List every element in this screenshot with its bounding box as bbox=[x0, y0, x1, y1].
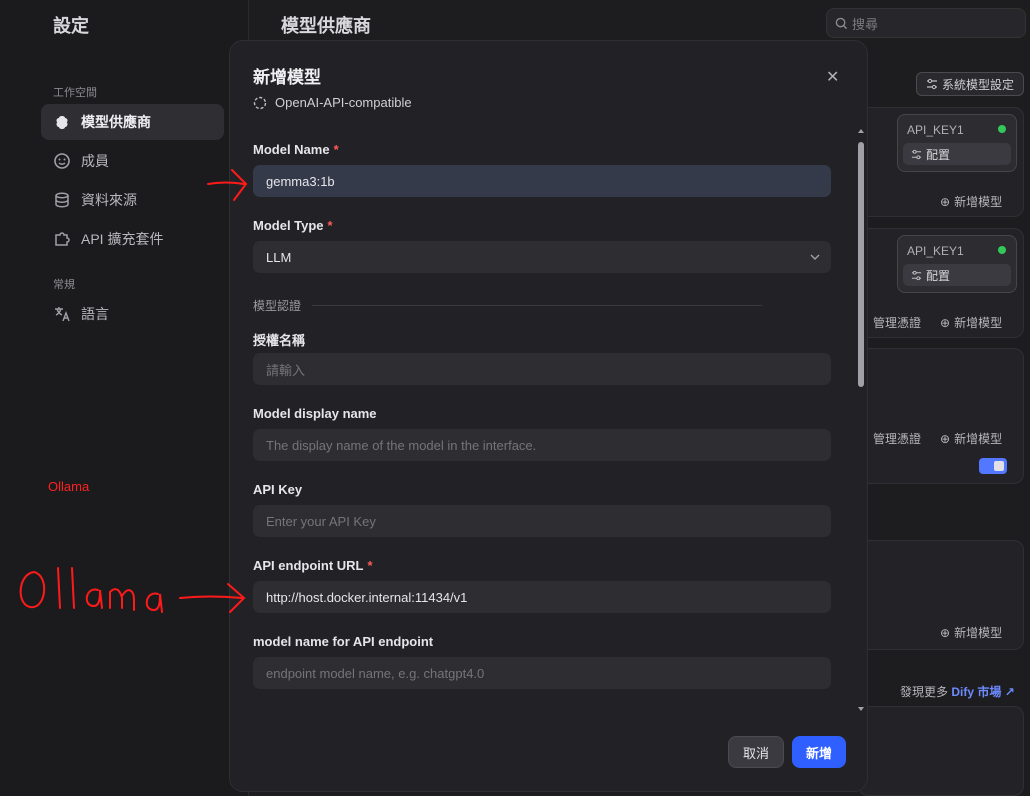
sliders-icon bbox=[911, 149, 922, 159]
api-key-input[interactable]: Enter your API Key bbox=[253, 505, 831, 537]
config-label: 配置 bbox=[926, 147, 951, 162]
api-key-box: API_KEY1 配置 bbox=[897, 114, 1017, 172]
add-model-button[interactable]: ⊕ 新增模型 bbox=[940, 624, 1002, 641]
endpoint-model-input[interactable]: endpoint model name, e.g. chatgpt4.0 bbox=[253, 657, 831, 689]
submit-button[interactable]: 新增 bbox=[792, 736, 846, 768]
translate-icon bbox=[55, 307, 70, 322]
brain-icon bbox=[56, 116, 68, 129]
sidebar-item-label: 模型供應商 bbox=[81, 114, 151, 130]
scrollbar[interactable] bbox=[857, 127, 865, 713]
cancel-button[interactable]: 取消 bbox=[728, 736, 784, 768]
system-model-settings-button[interactable]: 系統模型設定 bbox=[916, 72, 1024, 96]
marketplace-link[interactable]: Dify 市場 ↗ bbox=[951, 685, 1014, 699]
config-button[interactable]: 配置 bbox=[903, 143, 1011, 165]
manage-credentials-label: 管理憑證 bbox=[873, 432, 922, 446]
display-name-label: Model display name bbox=[253, 406, 377, 421]
endpoint-model-label: model name for API endpoint bbox=[253, 634, 434, 649]
model-type-value: LLM bbox=[266, 249, 292, 265]
sidebar-item-data-source[interactable]: 資料來源 bbox=[41, 182, 224, 218]
plus-circle-icon: ⊕ bbox=[940, 315, 951, 330]
search-input[interactable]: 搜尋 bbox=[826, 8, 1026, 38]
page-title: 模型供應商 bbox=[281, 16, 371, 36]
add-model-label: 新增模型 bbox=[954, 432, 1003, 446]
marketplace-card bbox=[858, 706, 1024, 796]
discover-more[interactable]: 發現更多 Dify 市場 ↗ bbox=[900, 683, 1015, 700]
status-dot bbox=[998, 125, 1006, 133]
dialog-title: 新增模型 bbox=[253, 68, 321, 87]
workspace-section-label: 工作空間 bbox=[53, 87, 97, 99]
sidebar-item-label: API 擴充套件 bbox=[81, 231, 164, 247]
endpoint-url-label: API endpoint URL * bbox=[253, 558, 373, 573]
sidebar-item-label: 成員 bbox=[81, 153, 109, 169]
sidebar-item-label: 語言 bbox=[81, 306, 109, 322]
sliders-icon bbox=[926, 78, 937, 90]
plus-circle-icon: ⊕ bbox=[940, 625, 951, 640]
chevron-down-icon bbox=[810, 254, 820, 260]
add-model-button[interactable]: ⊕ 新增模型 bbox=[940, 193, 1002, 210]
sliders-icon bbox=[911, 270, 922, 280]
model-name-input[interactable]: gemma3:1b bbox=[253, 165, 831, 197]
close-icon[interactable]: ✕ bbox=[826, 67, 839, 87]
model-type-select[interactable]: LLM bbox=[253, 241, 831, 273]
smile-icon bbox=[54, 153, 70, 169]
add-model-label: 新增模型 bbox=[954, 316, 1003, 330]
sidebar-item-members[interactable]: 成員 bbox=[41, 143, 224, 179]
manage-credentials-button[interactable]: 管理憑證 bbox=[873, 314, 921, 331]
section-divider bbox=[312, 305, 762, 306]
model-type-label: Model Type * bbox=[253, 218, 333, 233]
provider-toggle[interactable] bbox=[979, 458, 1007, 474]
sidebar-item-api-extension[interactable]: API 擴充套件 bbox=[41, 221, 224, 257]
config-label: 配置 bbox=[926, 268, 951, 283]
auth-name-label: 授權名稱 bbox=[253, 333, 306, 348]
puzzle-icon bbox=[55, 232, 70, 246]
add-model-label: 新增模型 bbox=[954, 195, 1003, 209]
scrollbar-thumb[interactable] bbox=[858, 142, 864, 387]
system-model-settings-label: 系統模型設定 bbox=[941, 77, 1014, 92]
general-section-label: 常規 bbox=[53, 279, 75, 291]
settings-title: 設定 bbox=[53, 16, 89, 36]
api-key-field-label: API Key bbox=[253, 482, 303, 497]
plus-circle-icon: ⊕ bbox=[940, 431, 951, 446]
display-name-input[interactable]: The display name of the model in the int… bbox=[253, 429, 831, 461]
add-model-dialog: 新增模型 ✕ OpenAI-API-compatible Model Name *… bbox=[229, 40, 868, 792]
search-placeholder: 搜尋 bbox=[852, 16, 879, 32]
sidebar-item-model-provider[interactable]: 模型供應商 bbox=[41, 104, 224, 140]
scroll-down-icon bbox=[858, 707, 864, 711]
plus-circle-icon: ⊕ bbox=[940, 194, 951, 209]
auth-name-input[interactable]: 請輸入 bbox=[253, 353, 831, 385]
model-name-label: Model Name * bbox=[253, 142, 339, 157]
add-model-button[interactable]: ⊕ 新增模型 bbox=[940, 314, 1002, 331]
annotation-ollama-label: Ollama bbox=[48, 479, 90, 494]
openai-icon bbox=[253, 96, 267, 109]
api-key-label: API_KEY1 bbox=[907, 123, 964, 137]
config-button[interactable]: 配置 bbox=[903, 264, 1011, 286]
sidebar-item-language[interactable]: 語言 bbox=[41, 296, 224, 332]
add-model-label: 新增模型 bbox=[954, 626, 1003, 640]
status-dot bbox=[998, 246, 1006, 254]
manage-credentials-label: 管理憑證 bbox=[873, 316, 922, 330]
database-icon bbox=[55, 192, 69, 208]
api-key-box: API_KEY1 配置 bbox=[897, 235, 1017, 293]
manage-credentials-button[interactable]: 管理憑證 bbox=[873, 430, 921, 447]
endpoint-url-input[interactable]: http://host.docker.internal:11434/v1 bbox=[253, 581, 831, 613]
provider-label: OpenAI-API-compatible bbox=[275, 95, 412, 110]
add-model-button[interactable]: ⊕ 新增模型 bbox=[940, 430, 1002, 447]
provider-name: OpenAI-API-compatible bbox=[253, 95, 412, 110]
scroll-up-icon bbox=[858, 129, 864, 133]
credentials-section-label: 模型認證 bbox=[253, 299, 302, 313]
discover-text: 發現更多 bbox=[900, 685, 949, 699]
api-key-label: API_KEY1 bbox=[907, 244, 964, 258]
search-icon bbox=[835, 17, 848, 29]
sidebar-item-label: 資料來源 bbox=[81, 192, 137, 208]
